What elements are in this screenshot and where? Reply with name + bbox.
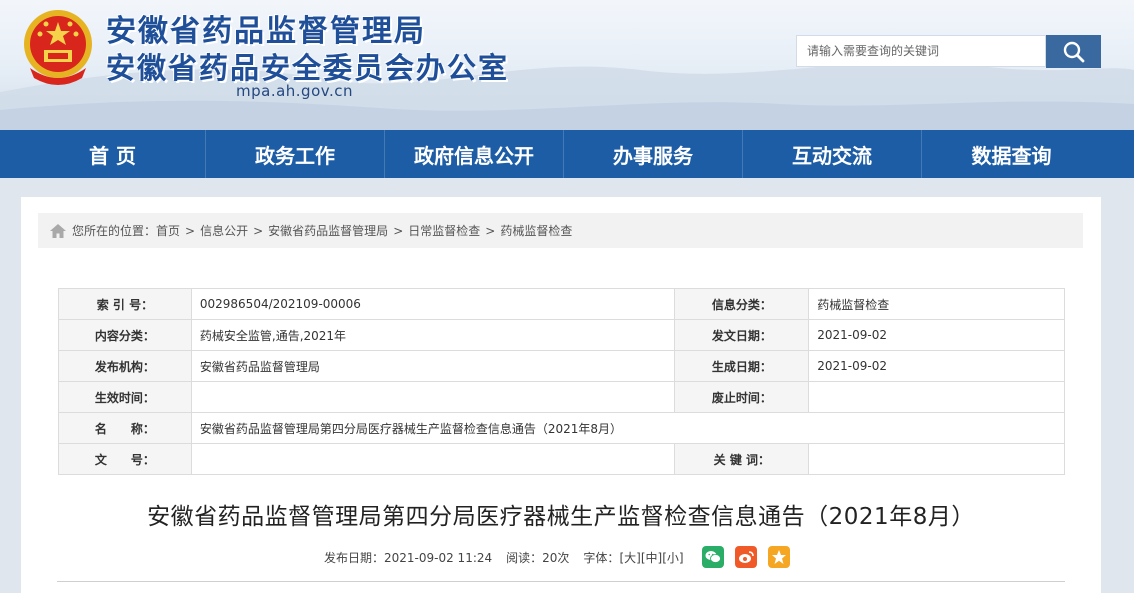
issue-date-value: 2021-09-02 [808, 319, 1065, 351]
nav-item-government-work[interactable]: 政务工作 [205, 130, 384, 178]
table-row: 索 引 号： 002986504/202109-00006 信息分类： 药械监督… [58, 288, 1065, 320]
index-value: 002986504/202109-00006 [190, 288, 676, 320]
keywords-value [808, 443, 1065, 475]
breadcrumb-separator: > [185, 223, 196, 238]
table-row: 生效时间： 废止时间： [58, 381, 1065, 413]
search-input[interactable]: 请输入需要查询的关键词 [796, 35, 1046, 67]
name-label: 名 称： [58, 412, 192, 444]
doc-number-value [190, 443, 676, 475]
star-icon [771, 550, 786, 564]
nav-item-services[interactable]: 办事服务 [563, 130, 742, 178]
breadcrumb-link-info-disclosure[interactable]: 信息公开 [200, 222, 248, 239]
weibo-share-button[interactable] [734, 546, 757, 568]
publish-date: 发布日期：2021-09-02 11:24 [324, 550, 493, 565]
table-row: 名 称： 安徽省药品监督管理局第四分局医疗器械生产监督检查信息通告（2021年8… [58, 412, 1066, 444]
nav-item-data-query[interactable]: 数据查询 [921, 130, 1101, 178]
article-meta: 发布日期：2021-09-02 11:24 阅读：20次 字体： [大] [中]… [324, 546, 790, 568]
abolish-time-label: 废止时间： [674, 381, 810, 413]
site-domain: mpa.ah.gov.cn [236, 82, 353, 100]
generate-date-value: 2021-09-02 [808, 350, 1065, 382]
wechat-share-button[interactable] [701, 546, 724, 568]
keywords-label: 关 键 词： [674, 443, 810, 475]
content-category-value: 药械安全监管,通告,2021年 [190, 319, 676, 351]
nav-item-interaction[interactable]: 互动交流 [742, 130, 921, 178]
font-size-label: 字体： [583, 550, 620, 565]
search-button[interactable] [1046, 35, 1101, 68]
issue-date-label: 发文日期： [674, 319, 810, 351]
font-size-small-button[interactable]: [小] [662, 549, 683, 566]
index-label: 索 引 号： [58, 288, 192, 320]
breadcrumb-link-daily-inspection[interactable]: 日常监督检查 [408, 222, 480, 239]
table-row: 内容分类： 药械安全监管,通告,2021年 发文日期： 2021-09-02 [58, 319, 1065, 351]
breadcrumb-link-home[interactable]: 首页 [156, 222, 180, 239]
breadcrumb-link-bureau[interactable]: 安徽省药品监督管理局 [268, 222, 388, 239]
generate-date-label: 生成日期： [674, 350, 810, 382]
nav-item-info-disclosure[interactable]: 政府信息公开 [384, 130, 563, 178]
breadcrumb-separator: > [485, 223, 496, 238]
info-metadata-table: 索 引 号： 002986504/202109-00006 信息分类： 药械监督… [58, 288, 1066, 475]
publisher-value: 安徽省药品监督管理局 [190, 350, 676, 382]
favorite-button[interactable] [767, 546, 790, 568]
breadcrumb-link-drug-device-inspection[interactable]: 药械监督检查 [500, 222, 572, 239]
category-value: 药械监督检查 [808, 288, 1065, 320]
national-emblem-icon[interactable] [20, 8, 96, 88]
weibo-icon [738, 551, 754, 563]
search-icon [1063, 41, 1084, 62]
table-row: 文 号： 关 键 词： [58, 443, 1065, 475]
effective-time-value [190, 381, 676, 413]
home-icon [50, 223, 66, 238]
breadcrumb-separator: > [253, 223, 264, 238]
doc-number-label: 文 号： [58, 443, 192, 475]
article-title: 安徽省药品监督管理局第四分局医疗器械生产监督检查信息通告（2021年8月） [147, 504, 975, 530]
font-size-large-button[interactable]: [大] [619, 549, 640, 566]
breadcrumb: 您所在的位置： 首页 > 信息公开 > 安徽省药品监督管理局 > 日常监督检查 … [38, 213, 1083, 248]
content-panel: 您所在的位置： 首页 > 信息公开 > 安徽省药品监督管理局 > 日常监督检查 … [21, 197, 1101, 593]
breadcrumb-separator: > [393, 223, 404, 238]
abolish-time-value [808, 381, 1065, 413]
table-row: 发布机构： 安徽省药品监督管理局 生成日期： 2021-09-02 [58, 350, 1065, 382]
category-label: 信息分类： [674, 288, 810, 320]
effective-time-label: 生效时间： [58, 381, 192, 413]
main-nav: 首 页 政务工作 政府信息公开 办事服务 互动交流 数据查询 [0, 130, 1134, 178]
divider [57, 581, 1065, 582]
breadcrumb-prefix: 您所在的位置： [72, 224, 157, 238]
site-title-secondary: 安徽省药品安全委员会办公室 [106, 51, 510, 85]
nav-item-home[interactable]: 首 页 [0, 130, 205, 178]
read-count: 阅读：20次 [506, 550, 570, 565]
publisher-label: 发布机构： [58, 350, 192, 382]
site-header: 安徽省药品监督管理局 安徽省药品安全委员会办公室 mpa.ah.gov.cn 请… [0, 0, 1134, 130]
site-title-primary: 安徽省药品监督管理局 [106, 14, 426, 49]
content-category-label: 内容分类： [58, 319, 192, 351]
font-size-medium-button[interactable]: [中] [641, 549, 662, 566]
name-value: 安徽省药品监督管理局第四分局医疗器械生产监督检查信息通告（2021年8月） [190, 412, 1066, 444]
wechat-icon [705, 551, 721, 563]
